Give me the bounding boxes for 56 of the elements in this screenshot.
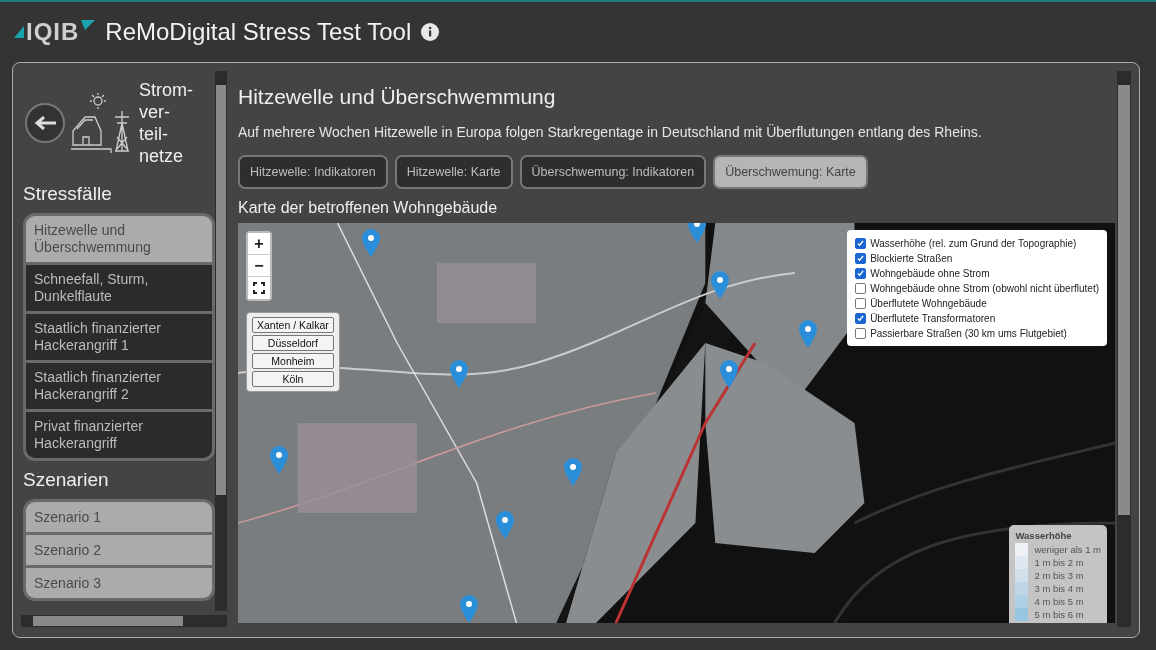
legend-label: 3 m bis 4 m	[1034, 583, 1084, 594]
scrollbar[interactable]	[1117, 71, 1131, 627]
layer-checkbox[interactable]	[855, 252, 867, 264]
back-button[interactable]	[25, 103, 65, 143]
view-tab[interactable]: Hitzewelle: Karte	[394, 155, 513, 189]
view-tab[interactable]: Überschwemung: Indikatoren	[519, 155, 707, 189]
app-title: ReMoDigital Stress Test Tool	[105, 18, 412, 46]
description: Auf mehrere Wochen Hitzewelle in Europa folgen Starkregentage in Deutschland mit Überflutungen entlang des Rheins.	[238, 124, 983, 140]
layer-label: Wohngebäude ohne Strom (obwohl nicht überflutet)	[870, 282, 1099, 294]
logo-mark-icon	[81, 20, 96, 30]
layer-label: Wohngebäude ohne Strom	[870, 267, 990, 279]
layer-label: Blockierte Straßen	[870, 252, 953, 264]
section-heading: Stressfälle	[23, 183, 113, 205]
stress-case-item[interactable]: Hitzewelle und Überschwemmung	[26, 216, 213, 262]
zoom-in-button[interactable]: +	[248, 233, 270, 255]
layer-label: Wasserhöhe (rel. zum Grund der Topographie)	[870, 237, 1077, 249]
stress-case-item[interactable]: Staatlich finanzierter Hackerangriff 2	[26, 363, 213, 409]
info-icon[interactable]	[421, 23, 440, 41]
place-button[interactable]: Xanten / Kalkar	[252, 317, 334, 333]
stress-case-item[interactable]: Privat finanzierter Hackerangriff	[26, 412, 213, 458]
place-button[interactable]: Köln	[252, 371, 334, 387]
layer-checkbox[interactable]	[855, 267, 867, 279]
legend-label: 5 m bis 6 m	[1034, 609, 1084, 620]
layer-checkbox[interactable]	[855, 312, 867, 324]
logo-mark-icon	[14, 26, 24, 38]
logo: IQIB	[26, 18, 80, 46]
stress-case-item[interactable]: Schneefall, Sturm, Dunkelflaute	[26, 265, 213, 311]
scrollbar[interactable]	[215, 71, 227, 611]
section-heading: Szenarien	[23, 469, 110, 491]
scenario-item[interactable]: Szenario 3	[26, 568, 213, 598]
legend-label: weniger als 1 m	[1034, 544, 1101, 555]
scenario-item[interactable]: Szenario 1	[26, 502, 213, 532]
map-title: Karte der betroffenen Wohngebäude	[238, 199, 499, 217]
place-button[interactable]: Düsseldorf	[252, 335, 334, 351]
place-button[interactable]: Monheim	[252, 353, 334, 369]
view-tab[interactable]: Überschwemung: Karte	[713, 155, 868, 189]
layer-label: Überflutete Wohngebäude	[870, 297, 987, 309]
layer-checkbox[interactable]	[855, 237, 867, 249]
map-pin-icon[interactable]	[688, 223, 706, 243]
scenario-item[interactable]: Szenario 2	[26, 535, 213, 565]
layer-checkbox[interactable]	[855, 297, 867, 309]
layer-label: Passierbare Straßen (30 km ums Flutgebiet)	[870, 327, 1067, 339]
view-tab[interactable]: Hitzewelle: Indikatoren	[238, 155, 388, 189]
legend-label: 1 m bis 2 m	[1034, 557, 1084, 568]
stress-case-item[interactable]: Staatlich finanzierter Hackerangriff 1	[26, 314, 213, 360]
layer-label: Überflutete Transformatoren	[870, 312, 996, 324]
arrow-left-icon	[34, 116, 56, 130]
page-title: Hitzewelle und Überschwemmung	[238, 85, 557, 109]
legend-title: Wasserhöhe	[1015, 530, 1073, 541]
section-title: Strom-ver-teil-netze	[139, 79, 193, 167]
legend-label: 4 m bis 5 m	[1034, 596, 1084, 607]
fullscreen-icon	[253, 282, 265, 294]
layer-checkbox[interactable]	[855, 327, 867, 339]
legend-label: 2 m bis 3 m	[1034, 570, 1084, 581]
layer-checkbox[interactable]	[855, 282, 867, 294]
scrollbar[interactable]	[21, 615, 227, 627]
